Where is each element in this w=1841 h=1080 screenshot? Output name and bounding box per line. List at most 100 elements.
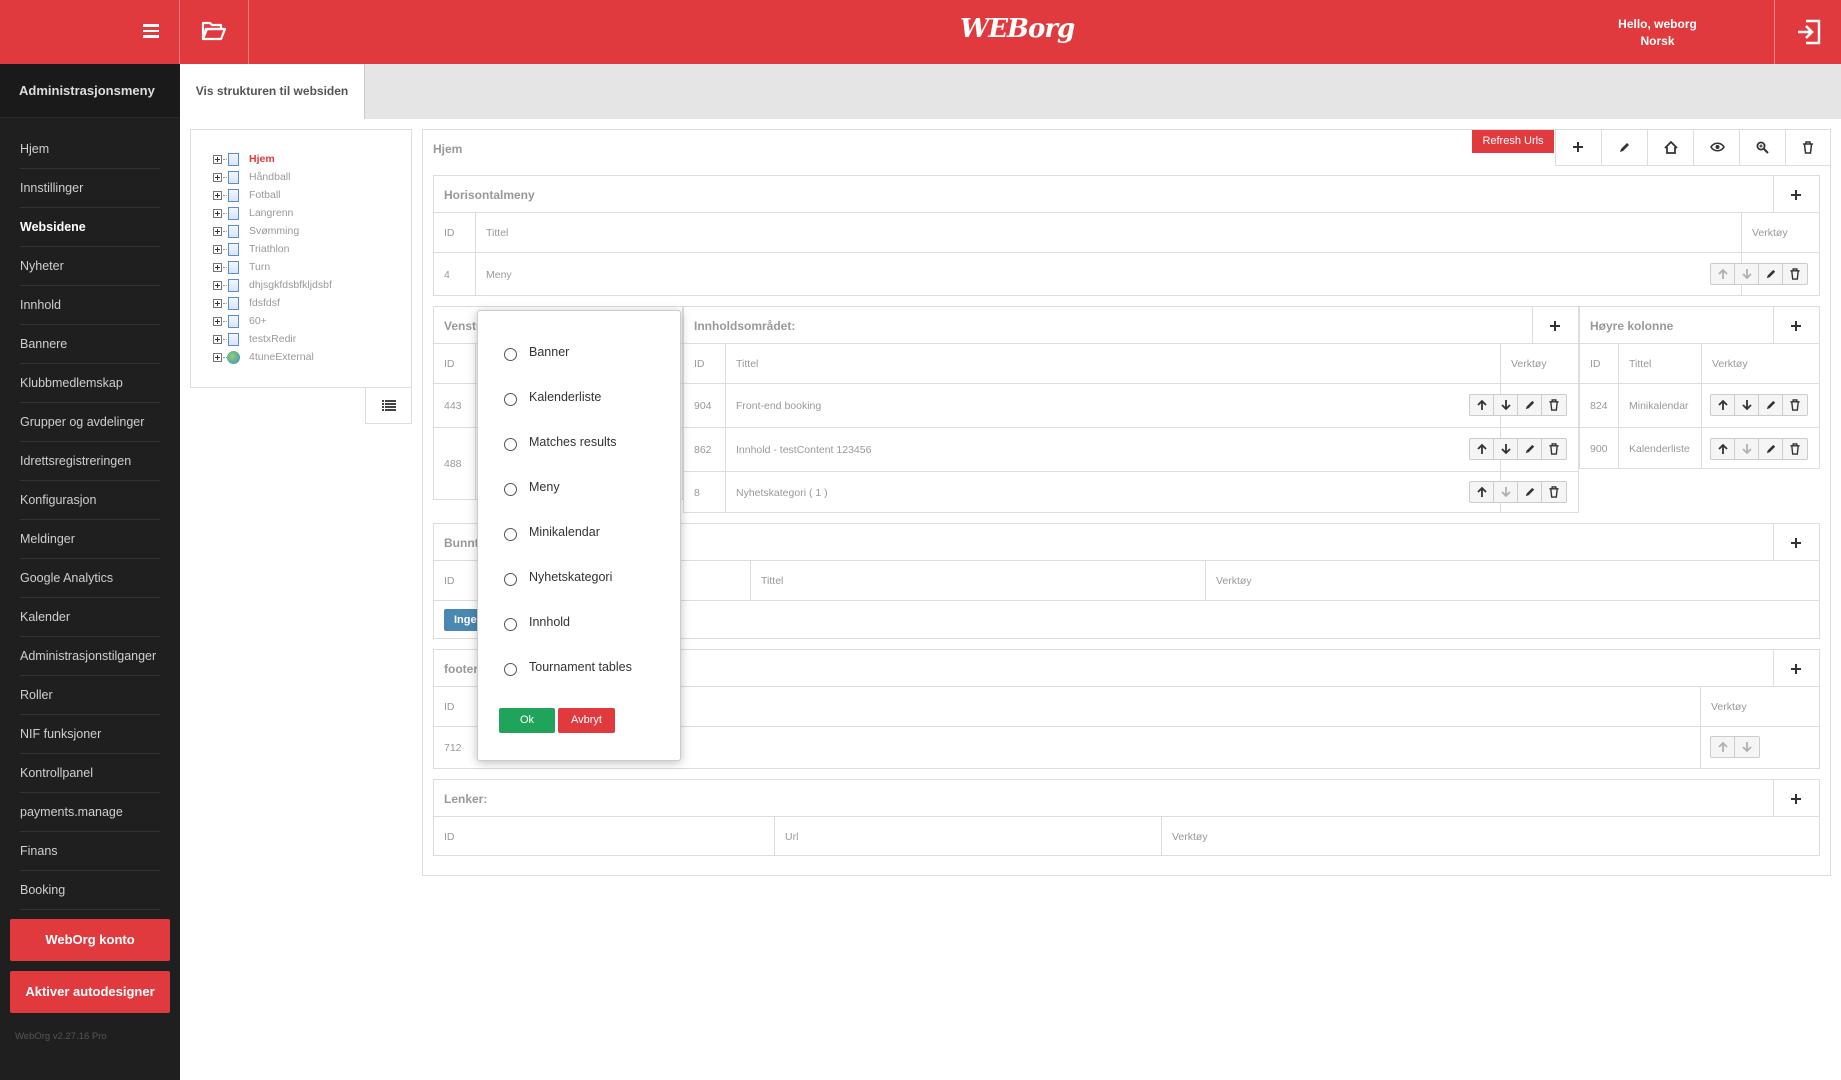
sidebar-item-meldinger[interactable]: Meldinger (20, 520, 160, 559)
move-down-button[interactable] (1735, 264, 1759, 284)
option-banner[interactable]: Banner (504, 345, 632, 390)
hamburger-menu-button[interactable] (0, 0, 180, 64)
move-down-button[interactable] (1494, 439, 1518, 459)
sidebar-item-hjem[interactable]: Hjem (20, 130, 160, 169)
tree-node[interactable]: Turn (213, 258, 332, 276)
expand-icon[interactable] (213, 353, 222, 362)
tree-node[interactable]: fdsfdsf (213, 294, 332, 312)
ok-button[interactable]: Ok (499, 708, 555, 733)
move-up-button[interactable] (1470, 439, 1494, 459)
tree-node-label[interactable]: Turn (249, 261, 270, 273)
file-manager-button[interactable] (180, 0, 249, 64)
edit-button[interactable] (1759, 439, 1783, 459)
expand-icon[interactable] (213, 245, 222, 254)
tree-node[interactable]: Håndball (213, 168, 332, 186)
expand-icon[interactable] (213, 173, 222, 182)
sidebar-item-roller[interactable]: Roller (20, 676, 160, 715)
tree-node-label[interactable]: 4tuneExternal (249, 351, 314, 363)
move-up-button[interactable] (1711, 395, 1735, 415)
expand-icon[interactable] (213, 191, 222, 200)
add-module-button[interactable] (1773, 650, 1819, 687)
sidebar-item-innhold[interactable]: Innhold (20, 286, 160, 325)
sidebar-item-konfigurasjon[interactable]: Konfigurasjon (20, 481, 160, 520)
tree-node[interactable]: testxRedir (213, 330, 332, 348)
move-down-button[interactable] (1494, 395, 1518, 415)
delete-button[interactable] (1783, 264, 1807, 284)
home-page-button[interactable] (1647, 129, 1693, 166)
delete-button[interactable] (1542, 482, 1566, 502)
user-greeting[interactable]: Hello, weborg Norsk (1560, 16, 1755, 50)
tree-node-label[interactable]: Hjem (249, 153, 275, 165)
radio-button[interactable] (504, 483, 517, 496)
radio-button[interactable] (504, 438, 517, 451)
edit-button[interactable] (1759, 264, 1783, 284)
tree-node[interactable]: Fotball (213, 186, 332, 204)
expand-icon[interactable] (213, 227, 222, 236)
language-selector[interactable]: Norsk (1560, 33, 1755, 50)
tree-node[interactable]: 60+ (213, 312, 332, 330)
radio-button[interactable] (504, 348, 517, 361)
add-module-button[interactable] (1773, 176, 1819, 213)
expand-icon[interactable] (213, 263, 222, 272)
sidebar-item-administrasjonstilganger[interactable]: Administrasjonstilganger (20, 637, 160, 676)
radio-button[interactable] (504, 393, 517, 406)
tree-node[interactable]: Triathlon (213, 240, 332, 258)
tree-node[interactable]: 4tuneExternal (213, 348, 332, 366)
move-down-button[interactable] (1735, 737, 1759, 757)
tree-node-label[interactable]: Langrenn (249, 207, 293, 219)
edit-button[interactable] (1518, 482, 1542, 502)
radio-button[interactable] (504, 618, 517, 631)
option-minikalendar[interactable]: Minikalendar (504, 525, 632, 570)
tree-node-label[interactable]: Svømming (249, 225, 299, 237)
edit-button[interactable] (1759, 395, 1783, 415)
sidebar-item-nyheter[interactable]: Nyheter (20, 247, 160, 286)
move-up-button[interactable] (1470, 395, 1494, 415)
sidebar-item-kalender[interactable]: Kalender (20, 598, 160, 637)
sidebar-item-innstillinger[interactable]: Innstillinger (20, 169, 160, 208)
option-kalenderliste[interactable]: Kalenderliste (504, 390, 632, 435)
tree-node-label[interactable]: testxRedir (249, 333, 296, 345)
add-module-button[interactable] (1773, 307, 1819, 344)
add-module-button[interactable] (1773, 524, 1819, 561)
move-down-button[interactable] (1735, 439, 1759, 459)
add-module-button[interactable] (1532, 307, 1578, 344)
zoom-page-button[interactable] (1739, 129, 1785, 166)
sidebar-item-booking[interactable]: Booking (20, 871, 160, 910)
expand-icon[interactable] (213, 317, 222, 326)
delete-button[interactable] (1542, 395, 1566, 415)
tree-node-label[interactable]: 60+ (249, 315, 267, 327)
expand-icon[interactable] (213, 209, 222, 218)
delete-page-button[interactable] (1785, 129, 1831, 166)
sidebar-item-grupper-og-avdelinger[interactable]: Grupper og avdelinger (20, 403, 160, 442)
edit-button[interactable] (1518, 439, 1542, 459)
option-innhold[interactable]: Innhold (504, 615, 632, 660)
refresh-urls-button[interactable]: Refresh Urls (1472, 130, 1554, 153)
ingen-button[interactable]: Ingen (444, 609, 478, 631)
cancel-button[interactable]: Avbryt (558, 708, 615, 733)
radio-button[interactable] (504, 573, 517, 586)
move-up-button[interactable] (1470, 482, 1494, 502)
delete-button[interactable] (1783, 439, 1807, 459)
move-down-button[interactable] (1494, 482, 1518, 502)
radio-button[interactable] (504, 528, 517, 541)
option-matches-results[interactable]: Matches results (504, 435, 632, 480)
tree-node-label[interactable]: Triathlon (249, 243, 289, 255)
move-up-button[interactable] (1711, 737, 1735, 757)
tree-node[interactable]: Svømming (213, 222, 332, 240)
sidebar-item-payments-manage[interactable]: payments.manage (20, 793, 160, 832)
option-tournament-tables[interactable]: Tournament tables (504, 660, 632, 705)
weborg-konto-button[interactable]: WebOrg konto (10, 919, 170, 961)
tree-node[interactable]: Langrenn (213, 204, 332, 222)
sidebar-item-kontrollpanel[interactable]: Kontrollpanel (20, 754, 160, 793)
move-up-button[interactable] (1711, 264, 1735, 284)
sidebar-item-idrettsregistreringen[interactable]: Idrettsregistreringen (20, 442, 160, 481)
move-down-button[interactable] (1735, 395, 1759, 415)
tree-node-label[interactable]: Fotball (249, 189, 281, 201)
sidebar-item-google-analytics[interactable]: Google Analytics (20, 559, 160, 598)
move-up-button[interactable] (1711, 439, 1735, 459)
edit-button[interactable] (1518, 395, 1542, 415)
radio-button[interactable] (504, 663, 517, 676)
logout-button[interactable] (1774, 0, 1841, 64)
tree-node-label[interactable]: dhjsgkfdsbfkljdsbf (249, 279, 332, 291)
add-page-button[interactable] (1555, 129, 1601, 166)
